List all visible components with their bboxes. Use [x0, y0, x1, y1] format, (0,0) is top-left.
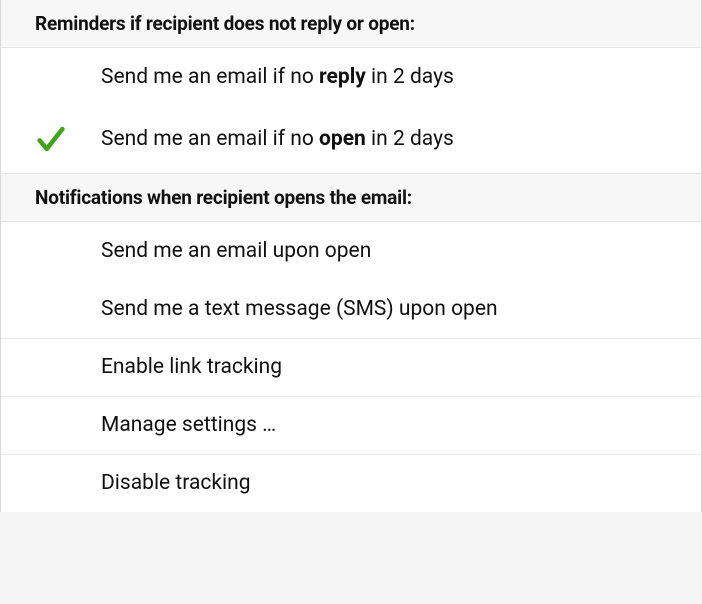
action-disable-tracking[interactable]: Disable tracking — [1, 454, 701, 512]
option-no-reply-reminder[interactable]: Send me an email if no reply in 2 days — [1, 48, 701, 106]
option-no-open-reminder[interactable]: Send me an email if no open in 2 days — [1, 106, 701, 173]
option-no-reply-label: Send me an email if no reply in 2 days — [101, 65, 701, 89]
action-manage-settings[interactable]: Manage settings … — [1, 396, 701, 454]
action-enable-link-tracking-label: Enable link tracking — [101, 355, 701, 379]
text-pre: Send me an email if no — [101, 127, 319, 151]
section-header-reminders: Reminders if recipient does not reply or… — [1, 0, 701, 48]
action-disable-tracking-label: Disable tracking — [101, 471, 701, 495]
option-email-on-open-label: Send me an email upon open — [101, 239, 701, 263]
action-enable-link-tracking[interactable]: Enable link tracking — [1, 338, 701, 396]
text-post: in 2 days — [366, 127, 454, 151]
text-bold: reply — [319, 65, 366, 89]
text-bold: open — [319, 127, 366, 151]
check-icon — [34, 122, 68, 156]
option-email-on-open[interactable]: Send me an email upon open — [1, 222, 701, 280]
text-pre: Send me an email if no — [101, 65, 319, 89]
check-slot — [1, 122, 101, 156]
tracking-menu: Reminders if recipient does not reply or… — [0, 0, 702, 512]
option-sms-on-open[interactable]: Send me a text message (SMS) upon open — [1, 280, 701, 338]
option-no-open-label: Send me an email if no open in 2 days — [101, 127, 701, 151]
action-manage-settings-label: Manage settings … — [101, 413, 701, 437]
option-sms-on-open-label: Send me a text message (SMS) upon open — [101, 297, 701, 321]
section-header-notifications: Notifications when recipient opens the e… — [1, 173, 701, 222]
text-post: in 2 days — [366, 65, 454, 89]
